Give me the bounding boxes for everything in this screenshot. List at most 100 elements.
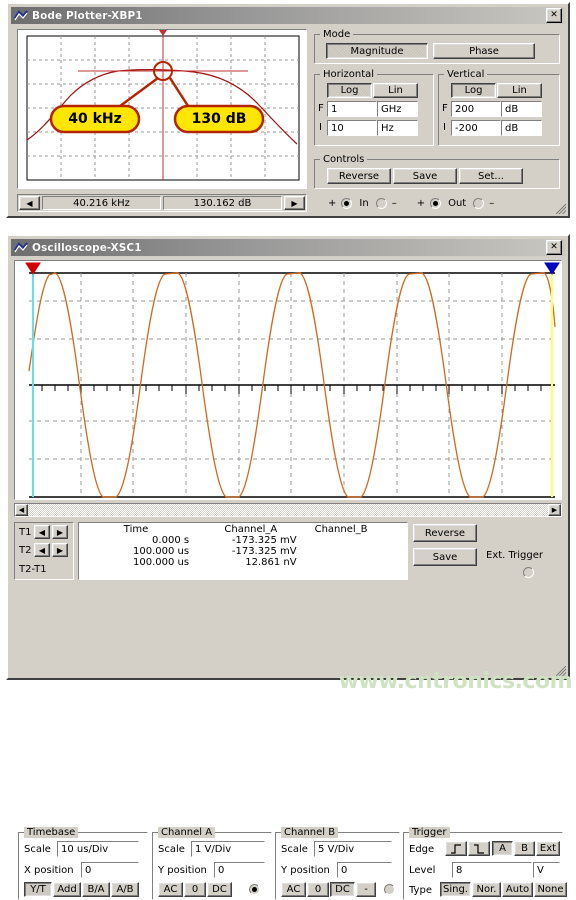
bode-plotter-window: Bode Plotter-XBP1 ✕ 40 kHz 130 dB ◀ 40.2…	[6, 2, 570, 218]
bode-in-minus-radio[interactable]	[375, 197, 387, 209]
scope-channel-a-ypos-value[interactable]: 0	[214, 862, 265, 878]
scope-hscrollbar[interactable]: ◀ ▶	[14, 503, 562, 517]
bode-vertical-i-value[interactable]: -200	[451, 120, 501, 136]
bode-in-plus-label: +	[328, 197, 337, 209]
scope-channel-a-legend: Channel A	[158, 827, 216, 838]
scope-save-button[interactable]: Save	[413, 548, 477, 566]
scope-timebase-yt-button[interactable]: Y/T	[24, 882, 52, 897]
bode-out-plus-label: +	[416, 197, 426, 209]
scope-timebase-xpos-value[interactable]: 0	[81, 862, 139, 878]
scope-titlebar[interactable]: Oscilloscope-XSC1 ✕	[11, 239, 565, 256]
bode-close-button[interactable]: ✕	[546, 8, 562, 23]
scope-trigger-level-value[interactable]: 8	[452, 862, 532, 878]
scope-channel-b-scale-value[interactable]: 5 V/Div	[314, 841, 392, 857]
scope-measure-header-row: Time Channel_A Channel_B	[79, 523, 407, 535]
scope-trigger-level-unit[interactable]: V	[533, 862, 560, 878]
scope-timebase-group: Timebase Scale 10 us/Div X position 0 Y/…	[18, 827, 148, 900]
oscilloscope-window: Oscilloscope-XSC1 ✕ ◀ ▶ T1 ◀ ▶ T2 ◀ ▶ T2…	[6, 234, 570, 900]
scope-ext-trigger-label: Ext. Trigger	[486, 550, 544, 561]
scope-scroll-track[interactable]	[28, 504, 548, 516]
bode-horizontal-log-button[interactable]: Log	[327, 83, 372, 98]
scope-channel-b-gnd-button[interactable]: 0	[307, 882, 329, 897]
bode-reverse-button[interactable]: Reverse	[327, 168, 391, 184]
bode-horizontal-i-value[interactable]: 10	[327, 120, 377, 136]
bode-in-minus-label: –	[391, 197, 397, 209]
scope-timebase-ab-button[interactable]: A/B	[111, 882, 139, 897]
scope-trigger-source-b-button[interactable]: B	[514, 841, 535, 856]
scope-trigger-type-none-button[interactable]: None	[534, 882, 567, 897]
bode-vertical-f-label: F	[442, 103, 448, 114]
scope-scroll-left-button[interactable]: ◀	[15, 504, 28, 516]
scope-reverse-button[interactable]: Reverse	[413, 524, 477, 542]
bode-cursor-left-button[interactable]: ◀	[19, 196, 40, 210]
scope-trigger-edge-falling-button[interactable]	[468, 841, 490, 856]
scope-t1-left-button[interactable]: ◀	[34, 525, 50, 539]
bode-set-button[interactable]: Set...	[459, 168, 523, 184]
scope-t1-right-button[interactable]: ▶	[52, 525, 68, 539]
scope-trigger-type-single-button[interactable]: Sing.	[440, 882, 471, 897]
bode-out-minus-radio[interactable]	[473, 197, 485, 209]
bode-vertical-lin-button[interactable]: Lin	[497, 83, 542, 98]
scope-trigger-type-normal-button[interactable]: Nor.	[472, 882, 501, 897]
bode-out-plus-radio[interactable]	[430, 197, 442, 209]
bode-horizontal-f-unit[interactable]: GHz	[377, 101, 418, 117]
scope-channel-a-group: Channel A Scale 1 V/Div Y position 0 AC …	[152, 827, 272, 900]
scope-channel-a-gnd-button[interactable]: 0	[184, 882, 206, 897]
bode-save-button[interactable]: Save	[393, 168, 457, 184]
scope-measure-r1-chb	[309, 535, 407, 546]
bode-plot-area[interactable]: 40 kHz 130 dB	[17, 29, 307, 189]
scope-measure-col-channel-a: Channel_A	[224, 524, 278, 535]
scope-cursor-panel: T1 ◀ ▶ T2 ◀ ▶ T2-T1	[14, 522, 74, 580]
bode-vertical-legend: Vertical	[444, 69, 488, 80]
bode-vertical-i-label: I	[443, 122, 446, 133]
scope-channel-b-dc-button[interactable]: DC	[330, 882, 355, 897]
bode-horizontal-f-value[interactable]: 1	[327, 101, 377, 117]
bode-vertical-log-button[interactable]: Log	[451, 83, 496, 98]
bode-mode-phase-button[interactable]: Phase	[433, 43, 535, 59]
scope-scroll-right-button[interactable]: ▶	[548, 504, 561, 516]
scope-channel-a-ac-button[interactable]: AC	[158, 882, 183, 897]
scope-channel-b-ac-button[interactable]: AC	[281, 882, 306, 897]
bode-cursor-right-button[interactable]: ▶	[284, 196, 305, 210]
scope-timebase-add-button[interactable]: Add	[53, 882, 81, 897]
bode-vertical-f-value[interactable]: 200	[451, 101, 501, 117]
scope-timebase-scale-value[interactable]: 10 us/Div	[57, 841, 139, 857]
scope-measure-r1-time: 0.000 s	[152, 535, 190, 546]
bode-horizontal-group: Horizontal Log Lin F 1 GHz I 10 Hz	[314, 69, 434, 146]
scope-channel-a-terminal[interactable]	[249, 884, 260, 895]
bode-vertical-group: Vertical Log Lin F 200 dB I -200 dB	[438, 69, 560, 146]
scope-display-area[interactable]	[14, 260, 562, 500]
bode-readout-frequency: 40.216 kHz	[42, 196, 161, 210]
bode-horizontal-f-label: F	[318, 103, 324, 114]
scope-timebase-ba-button[interactable]: B/A	[82, 882, 110, 897]
scope-channel-b-ypos-value[interactable]: 0	[337, 862, 392, 878]
scope-t2-left-button[interactable]: ◀	[34, 543, 50, 557]
bode-in-plus-radio[interactable]	[341, 197, 353, 209]
site-watermark: www.cntronics.com	[338, 669, 573, 694]
scope-channel-b-invert-button[interactable]: -	[356, 882, 376, 897]
scope-channel-a-scale-value[interactable]: 1 V/Div	[191, 841, 265, 857]
bode-vertical-i-unit[interactable]: dB	[501, 120, 542, 136]
scope-t2-right-button[interactable]: ▶	[52, 543, 68, 557]
scope-trigger-source-ext-button[interactable]: Ext	[536, 841, 560, 856]
scope-ext-trigger-terminal[interactable]	[523, 567, 534, 578]
bode-titlebar[interactable]: Bode Plotter-XBP1 ✕	[11, 7, 565, 24]
scope-channel-b-scale-label: Scale	[281, 844, 308, 855]
bode-vertical-f-unit[interactable]: dB	[501, 101, 542, 117]
bode-in-label: In	[359, 197, 369, 209]
scope-title-text: Oscilloscope-XSC1	[32, 241, 142, 254]
scope-timebase-scale-label: Scale	[24, 844, 51, 855]
scope-channel-b-terminal[interactable]	[384, 884, 395, 895]
bode-horizontal-i-label: I	[319, 122, 322, 133]
bode-horizontal-lin-button[interactable]: Lin	[373, 83, 418, 98]
scope-trigger-source-a-button[interactable]: A	[492, 841, 513, 856]
bode-resize-grip[interactable]	[556, 204, 566, 214]
bode-mode-magnitude-button[interactable]: Magnitude	[326, 43, 428, 59]
scope-close-button[interactable]: ✕	[546, 240, 562, 255]
bode-horizontal-i-unit[interactable]: Hz	[377, 120, 418, 136]
scope-timebase-xpos-label: X position	[24, 865, 74, 876]
scope-measure-r1-cha: -173.325 mV	[231, 535, 297, 546]
scope-trigger-edge-rising-button[interactable]	[445, 841, 467, 856]
scope-trigger-type-auto-button[interactable]: Auto	[502, 882, 533, 897]
scope-channel-a-dc-button[interactable]: DC	[207, 882, 232, 897]
